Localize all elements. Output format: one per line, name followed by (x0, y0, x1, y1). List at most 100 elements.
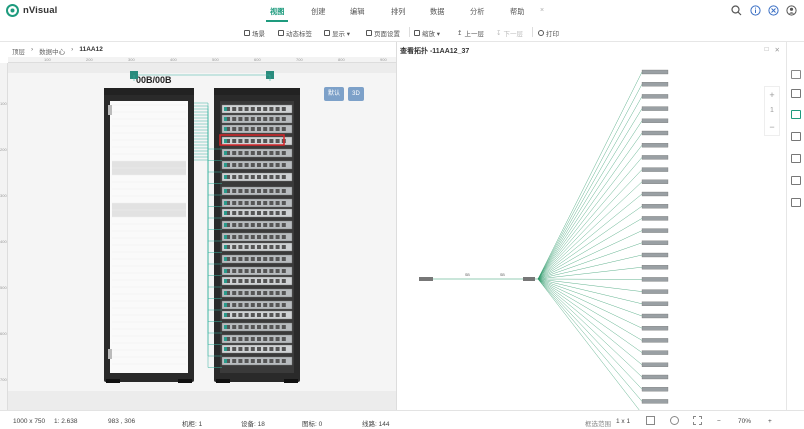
print-button[interactable]: 打印 (538, 28, 559, 38)
rack-device[interactable] (221, 344, 293, 354)
rack-canvas[interactable]: 00B/00B 默认 3D (8, 63, 396, 410)
topology-switch-node[interactable] (523, 277, 535, 281)
rack-device[interactable] (221, 356, 293, 366)
topology-leaf-node[interactable] (641, 143, 669, 148)
topology-leaf-node[interactable] (641, 155, 669, 160)
rack-device[interactable] (221, 232, 293, 242)
topology-leaf-node[interactable] (641, 69, 669, 75)
breadcrumb-datacenter[interactable]: 数据中心 (39, 46, 65, 56)
settings-icon[interactable] (768, 5, 779, 16)
rack-device[interactable] (221, 322, 293, 332)
topology-graph[interactable]: SB SB (397, 42, 786, 410)
menu-arrange[interactable]: 排列 (391, 7, 405, 17)
rack-device[interactable] (221, 310, 293, 320)
menu-analysis[interactable]: 分析 (470, 7, 484, 17)
topology-leaf-node[interactable] (641, 240, 669, 245)
menu-data[interactable]: 数据 (430, 7, 444, 17)
search-icon[interactable] (731, 5, 742, 16)
topology-leaf-node[interactable] (641, 387, 669, 392)
topology-leaf-node[interactable] (641, 277, 669, 282)
rack-device[interactable] (221, 266, 293, 276)
topology-icon[interactable] (791, 110, 801, 119)
topology-leaf-node[interactable] (641, 265, 669, 270)
rack-device[interactable] (221, 288, 293, 298)
default-view-button[interactable]: 默认 (324, 87, 344, 101)
rack-canvas-pane: 100 200 300 400 500 600 700 800 900 100 200 300 400… (0, 57, 396, 410)
rack-device[interactable] (221, 198, 293, 208)
rack-drawing[interactable]: 00B/00B (8, 63, 396, 410)
next-layer-button[interactable]: ↧ 下一层 (496, 28, 523, 38)
topology-leaf-node[interactable] (641, 326, 669, 331)
rack-device[interactable] (221, 208, 293, 218)
prev-layer-button[interactable]: ↥ 上一层 (457, 28, 484, 38)
topology-leaf-node[interactable] (641, 94, 669, 99)
rack-device[interactable] (221, 160, 293, 170)
topology-leaf-node[interactable] (641, 204, 669, 209)
properties-icon[interactable] (791, 89, 801, 98)
monitor-icon[interactable] (791, 198, 801, 207)
select-mode-icon[interactable] (646, 416, 655, 425)
menu-edit[interactable]: 编辑 (350, 7, 364, 17)
topology-leaf-node[interactable] (641, 167, 669, 172)
topology-edge (537, 84, 643, 280)
scene-button[interactable]: 场景 (244, 28, 265, 38)
device-icon[interactable] (791, 176, 801, 185)
menu-view[interactable]: 视图 (270, 7, 284, 17)
rack-device[interactable] (221, 104, 293, 114)
menu-create[interactable]: 创建 (311, 7, 325, 17)
topology-source-node[interactable] (419, 277, 433, 281)
topology-leaf-node[interactable] (641, 179, 669, 184)
topology-leaf-node[interactable] (641, 350, 669, 355)
menu-collapse-icon[interactable]: × (540, 7, 544, 14)
zoom-out-button[interactable]: − (765, 119, 779, 135)
breadcrumb-top[interactable]: 顶层 (12, 46, 25, 56)
topology-leaf-node[interactable] (641, 228, 669, 233)
topology-leaf-node[interactable] (641, 130, 669, 136)
topology-leaf-node[interactable] (641, 106, 669, 111)
topology-leaf-node[interactable] (641, 399, 669, 404)
topology-leaf-node[interactable] (641, 338, 669, 343)
rack-device[interactable] (221, 254, 293, 264)
zoom-in-status[interactable]: + (768, 418, 772, 425)
layers-icon[interactable] (791, 70, 801, 79)
rack-device[interactable] (221, 220, 293, 230)
menu-help[interactable]: 帮助 (510, 7, 524, 17)
zoom-in-button[interactable]: + (765, 87, 779, 103)
topology-leaf-node[interactable] (641, 313, 669, 319)
topology-leaf-node[interactable] (641, 289, 669, 294)
rack-device[interactable] (221, 276, 293, 286)
rack-device[interactable] (221, 124, 293, 134)
rack-device[interactable] (221, 300, 293, 310)
zoom-out-status[interactable]: − (717, 418, 721, 425)
topology-edge (537, 206, 643, 280)
zoom-dropdown[interactable]: 缩放 ▾ (414, 28, 440, 38)
pan-mode-icon[interactable] (670, 416, 679, 425)
topology-leaf-node[interactable] (641, 362, 669, 367)
rack-left[interactable] (104, 88, 194, 383)
fit-icon[interactable] (693, 416, 702, 425)
topology-leaf-node[interactable] (641, 118, 669, 123)
rack-device[interactable] (221, 242, 293, 252)
list-icon[interactable] (791, 154, 801, 163)
topology-leaf-node[interactable] (641, 216, 669, 221)
dynamic-label-button[interactable]: 动态标签 (278, 28, 312, 38)
rack-device[interactable] (221, 148, 293, 158)
3d-view-button[interactable]: 3D (348, 87, 364, 101)
link-icon[interactable] (791, 132, 801, 141)
rack-device[interactable] (221, 186, 293, 196)
rack-device[interactable] (221, 334, 293, 344)
topology-edge (537, 230, 643, 280)
rack-device[interactable] (221, 172, 293, 182)
display-dropdown[interactable]: 显示 ▾ (324, 28, 350, 38)
user-icon[interactable] (786, 5, 797, 16)
page-setup-button[interactable]: 页面设置 (366, 28, 400, 38)
topology-leaf-node[interactable] (641, 374, 669, 380)
topology-leaf-node[interactable] (641, 252, 669, 258)
info-icon[interactable] (750, 5, 761, 16)
rack-device[interactable] (221, 114, 293, 124)
rack-device[interactable] (221, 136, 293, 146)
topology-leaf-node[interactable] (641, 82, 669, 87)
cabinet-count: 机柜: 1 (182, 421, 203, 428)
topology-leaf-node[interactable] (641, 191, 669, 197)
topology-leaf-node[interactable] (641, 301, 669, 306)
